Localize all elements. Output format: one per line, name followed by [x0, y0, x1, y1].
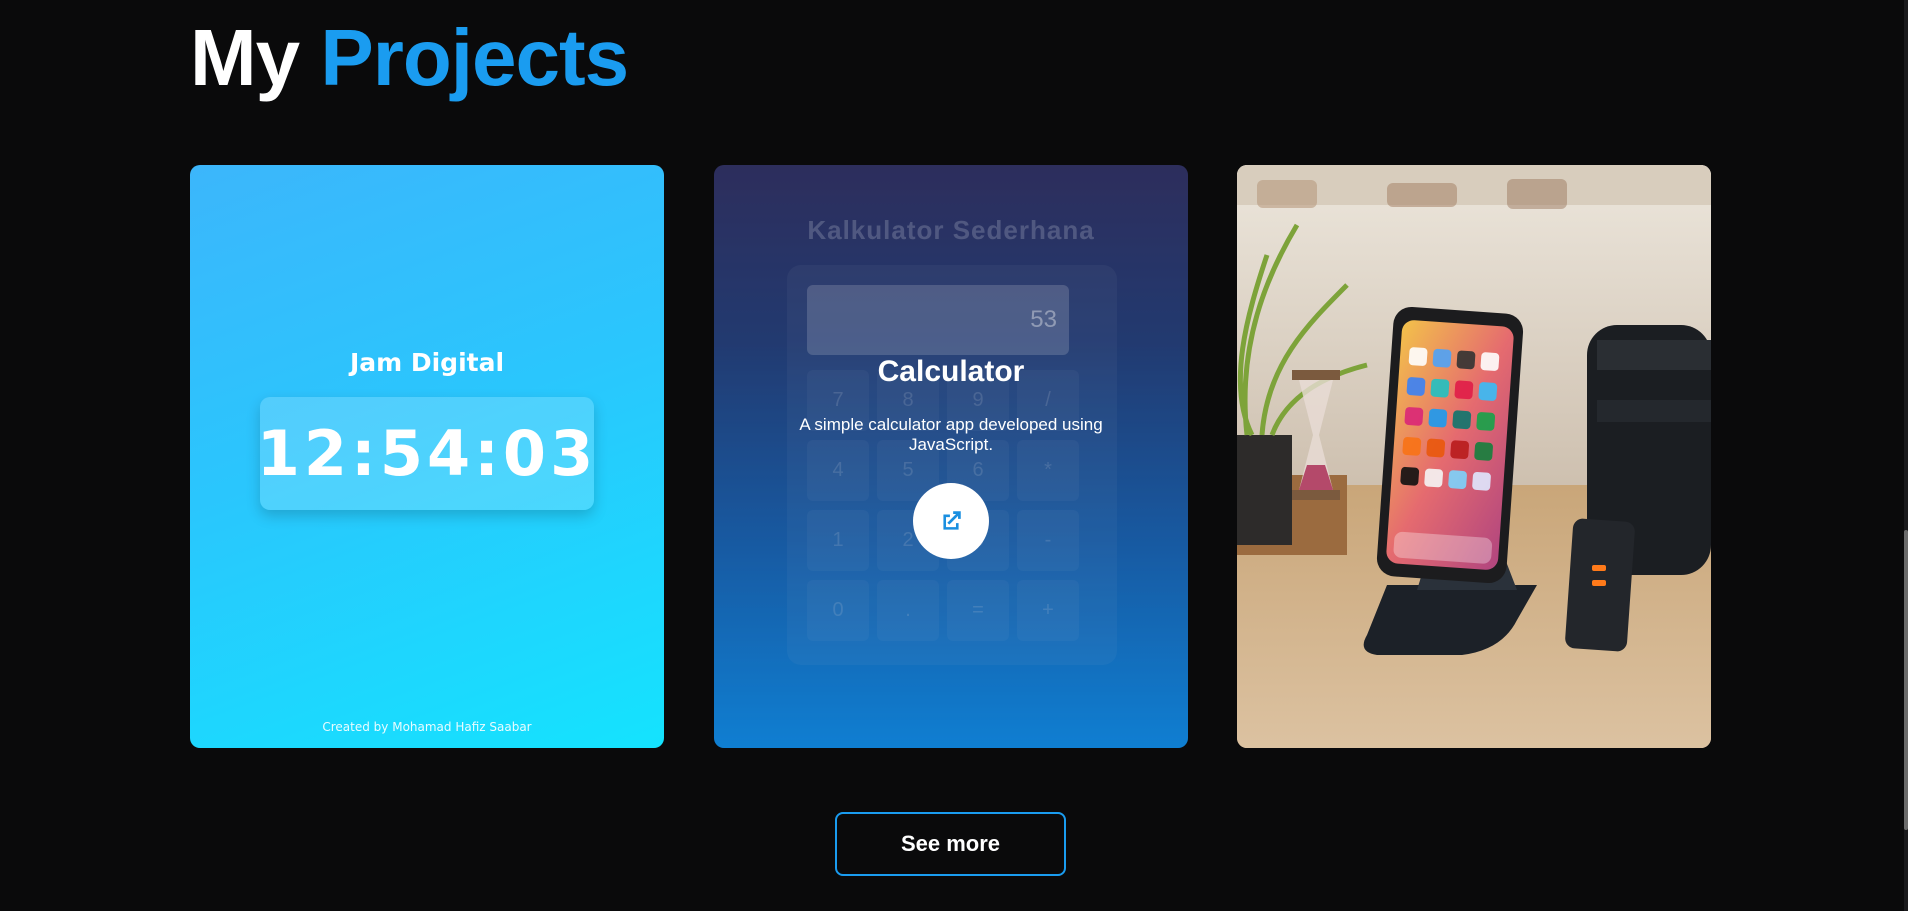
phone-on-stand-photo [1237, 165, 1711, 748]
external-link-icon [943, 511, 961, 530]
clock-preview-title: Jam Digital [349, 348, 505, 377]
project-card-clock[interactable]: Jam Digital 12:54:03 Created by Mohamad … [190, 165, 664, 748]
project-card-photo[interactable] [1237, 165, 1711, 748]
project-card-calculator[interactable]: Kalkulator Sederhana 53 789/456*123-0.=+… [714, 165, 1188, 748]
section-title-plain: My [190, 13, 300, 102]
section-title-accent: Projects [320, 13, 629, 102]
project-description: A simple calculator app developed using … [799, 415, 1103, 454]
clock-display: 12:54:03 [256, 397, 598, 510]
card-overlay [714, 165, 1188, 748]
scrollbar[interactable] [1904, 0, 1908, 911]
page: My Projects Jam Digital 12:54:03 Created… [0, 0, 1908, 911]
open-project-button[interactable] [913, 483, 989, 559]
clock-credit: Created by Mohamad Hafiz Saabar [322, 720, 532, 734]
clock-time: 12:54:03 [256, 417, 598, 490]
scrollbar-thumb[interactable] [1904, 530, 1908, 830]
see-more-button[interactable]: See more [835, 812, 1066, 876]
project-heading: Calculator [877, 355, 1025, 388]
section-title: My Projects [190, 18, 629, 98]
